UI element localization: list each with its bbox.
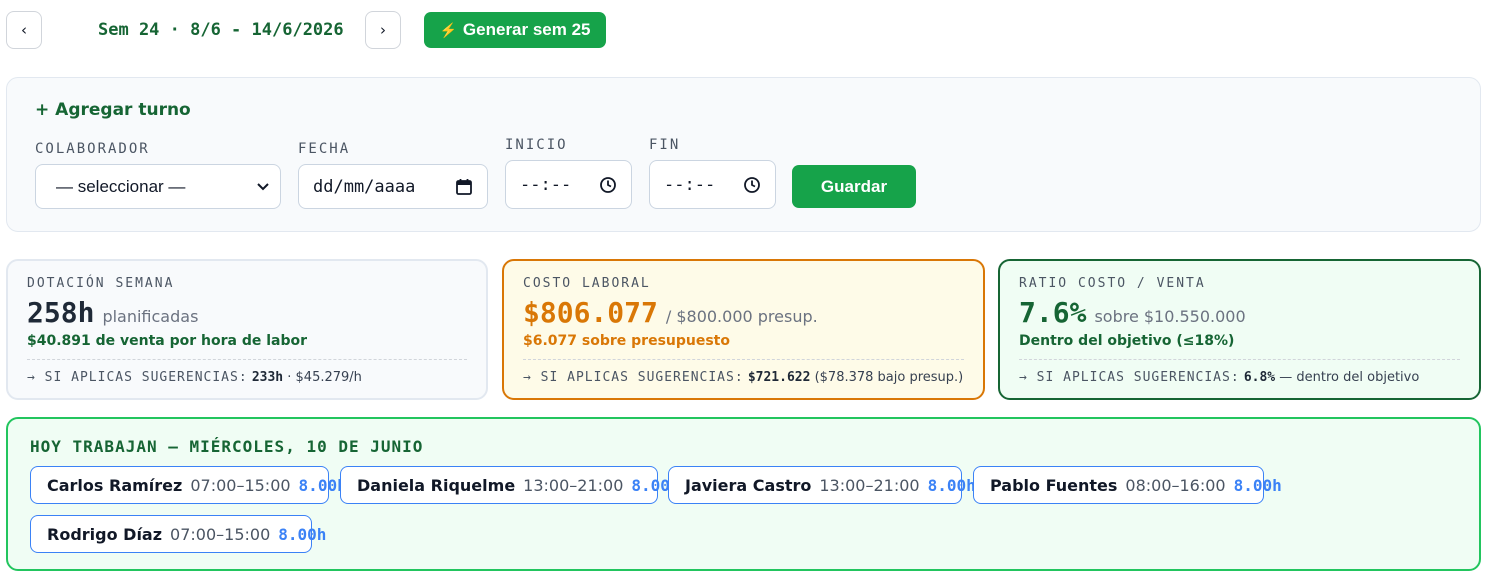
card-main-value: $806.077 / $800.000 presup. [523, 296, 818, 329]
suggestion-detail: · $45.279/h [287, 370, 362, 385]
inicio-label: INICIO [505, 137, 568, 153]
worker-name: Carlos Ramírez [47, 475, 183, 495]
worker-chip[interactable]: Javiera Castro 13:00–21:00 8.00h [668, 466, 976, 504]
suggestion-line: → SI APLICAS SUGERENCIAS: 233h · $45.279… [27, 370, 362, 385]
clock-icon[interactable] [599, 176, 617, 194]
add-shift-panel: + Agregar turno COLABORADOR — selecciona… [6, 77, 1481, 232]
card-title: DOTACIÓN SEMANA [27, 276, 175, 291]
divider [1019, 359, 1460, 360]
week-label: Sem 24 · 8/6 - 14/6/2026 [98, 20, 344, 40]
week-navigation-bar: ‹ Sem 24 · 8/6 - 14/6/2026 › ⚡ Generar s… [6, 11, 1486, 51]
fin-label: FIN [649, 137, 681, 153]
chevron-left-icon: ‹ [21, 21, 27, 39]
save-button[interactable]: Guardar [792, 165, 916, 208]
hours-suffix: planificadas [102, 307, 199, 326]
suggestion-label: → SI APLICAS SUGERENCIAS: [1019, 370, 1240, 385]
worker-chip[interactable]: Rodrigo Díaz 07:00–15:00 8.00h [30, 515, 326, 553]
fecha-label: FECHA [298, 141, 351, 157]
worker-time: 13:00–21:00 [819, 475, 920, 495]
calendar-icon[interactable] [455, 178, 473, 196]
divider [523, 359, 964, 360]
today-workers-panel: HOY TRABAJAN — MIÉRCOLES, 10 DE JUNIO Ca… [6, 417, 1481, 571]
suggestion-value: 6.8% [1243, 370, 1276, 385]
ratio-card: RATIO COSTO / VENTA 7.6% sobre $10.550.0… [998, 259, 1481, 400]
colaborador-value: — seleccionar — [56, 176, 186, 196]
budget-suffix: / $800.000 presup. [665, 307, 818, 326]
today-title: HOY TRABAJAN — MIÉRCOLES, 10 DE JUNIO [30, 437, 424, 456]
card-main-value: 7.6% sobre $10.550.000 [1019, 296, 1246, 329]
sales-suffix: sobre $10.550.000 [1094, 307, 1246, 326]
fin-input[interactable]: --:-- [649, 160, 776, 209]
colaborador-select[interactable]: — seleccionar — [35, 164, 281, 209]
worker-chip[interactable]: Pablo Fuentes 08:00–16:00 8.00h [973, 466, 1282, 504]
chevron-right-icon: › [380, 21, 386, 39]
worker-chip[interactable]: Daniela Riquelme 13:00–21:00 8.00h [340, 466, 680, 504]
worker-name: Pablo Fuentes [990, 475, 1118, 495]
inicio-value: --:-- [520, 174, 572, 195]
divider [27, 359, 467, 360]
worker-name: Daniela Riquelme [357, 475, 516, 495]
fecha-value: dd/mm/aaaa [313, 176, 416, 197]
worker-time: 07:00–15:00 [190, 475, 291, 495]
suggestion-detail: ($78.378 bajo presup.) [814, 370, 964, 385]
inicio-input[interactable]: --:-- [505, 160, 632, 209]
clock-icon[interactable] [743, 176, 761, 194]
lightning-icon: ⚡ [439, 21, 457, 38]
card-main-value: 258h planificadas [27, 296, 198, 329]
worker-hours: 8.00h [278, 524, 327, 544]
generate-next-week-button[interactable]: ⚡ Generar sem 25 [424, 12, 606, 48]
cost-value: $806.077 [523, 296, 658, 329]
worker-time: 08:00–16:00 [1125, 475, 1226, 495]
ratio-value: 7.6% [1019, 296, 1087, 329]
hours-value: 258h [27, 296, 95, 329]
suggestion-label: → SI APLICAS SUGERENCIAS: [523, 370, 744, 385]
fin-value: --:-- [664, 174, 716, 195]
card-title: RATIO COSTO / VENTA [1019, 276, 1206, 291]
within-target: Dentro del objetivo (≤18%) [1019, 333, 1235, 349]
generate-label: Generar sem 25 [462, 20, 591, 39]
over-budget: $6.077 sobre presupuesto [523, 333, 730, 349]
costo-laboral-card: COSTO LABORAL $806.077 / $800.000 presup… [502, 259, 985, 400]
card-title: COSTO LABORAL [523, 276, 651, 291]
suggestion-line: → SI APLICAS SUGERENCIAS: 6.8% — dentro … [1019, 370, 1419, 385]
worker-name: Rodrigo Díaz [47, 524, 163, 544]
next-week-button[interactable]: › [365, 11, 401, 49]
colaborador-label: COLABORADOR [35, 141, 150, 157]
worker-time: 07:00–15:00 [170, 524, 271, 544]
worker-time: 13:00–21:00 [523, 475, 624, 495]
suggestion-line: → SI APLICAS SUGERENCIAS: $721.622 ($78.… [523, 370, 963, 385]
suggestion-value: $721.622 [747, 370, 811, 385]
suggestion-label: → SI APLICAS SUGERENCIAS: [27, 370, 248, 385]
chevron-down-icon [257, 182, 269, 190]
add-shift-title[interactable]: + Agregar turno [35, 100, 191, 120]
fecha-input[interactable]: dd/mm/aaaa [298, 164, 488, 209]
dotacion-card: DOTACIÓN SEMANA 258h planificadas $40.89… [6, 259, 488, 400]
worker-hours: 8.00h [927, 475, 976, 495]
sales-per-hour: $40.891 de venta por hora de labor [27, 333, 308, 349]
suggestion-value: 233h [251, 370, 284, 385]
previous-week-button[interactable]: ‹ [6, 11, 42, 49]
worker-chip[interactable]: Carlos Ramírez 07:00–15:00 8.00h [30, 466, 347, 504]
worker-name: Javiera Castro [685, 475, 812, 495]
worker-hours: 8.00h [1233, 475, 1282, 495]
suggestion-detail: — dentro del objetivo [1279, 370, 1420, 385]
